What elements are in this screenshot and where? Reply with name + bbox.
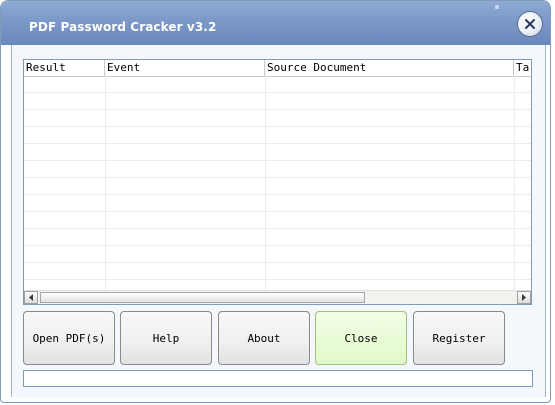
table-row[interactable] [24,76,531,93]
scrollbar-thumb[interactable] [40,292,365,303]
table-row[interactable] [24,229,531,246]
about-button[interactable]: About [218,311,310,365]
scroll-right-button[interactable] [517,291,531,304]
close-button[interactable]: Close [315,311,407,365]
table-row[interactable] [24,212,531,229]
table-header: Result Event Source Document Ta [24,60,531,77]
table-row[interactable] [24,144,531,161]
progress-bar [23,370,533,387]
register-button[interactable]: Register [413,311,505,365]
results-table[interactable]: Result Event Source Document Ta [23,59,532,305]
close-icon [525,19,535,29]
open-pdf-button[interactable]: Open PDF(s) [23,311,115,365]
table-row[interactable] [24,178,531,195]
table-row[interactable] [24,161,531,178]
table-row[interactable] [24,110,531,127]
table-row[interactable] [24,93,531,110]
column-header-result[interactable]: Result [24,60,105,76]
horizontal-scrollbar[interactable] [24,290,531,304]
window-title: PDF Password Cracker v3.2 [29,20,217,34]
table-row[interactable] [24,263,531,280]
arrow-right-icon [522,294,526,301]
title-decoration [495,5,499,9]
table-row[interactable] [24,246,531,263]
help-button[interactable]: Help [120,311,212,365]
arrow-left-icon [29,294,33,301]
table-row[interactable] [24,127,531,144]
column-header-event[interactable]: Event [105,60,265,76]
table-row[interactable] [24,195,531,212]
column-header-source-document[interactable]: Source Document [265,60,514,76]
title-bar[interactable]: PDF Password Cracker v3.2 [1,1,550,45]
column-header-target[interactable]: Ta [514,60,531,76]
window-close-button[interactable] [517,11,543,37]
scroll-left-button[interactable] [24,291,38,304]
